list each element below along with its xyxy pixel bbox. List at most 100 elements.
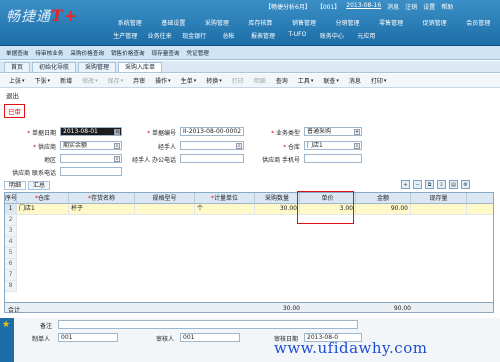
search-icon[interactable]: ⌕ [114, 156, 120, 162]
col-header-item[interactable]: *存货名称 [69, 193, 135, 204]
warehouse-label: * 仓库 [283, 144, 300, 151]
quick-link-purchase-price[interactable]: 采购价格查询 [68, 49, 106, 57]
tab-init-guide[interactable]: 初始化导航 [32, 62, 77, 72]
quick-link-stock-query[interactable]: 现存量查询 [150, 49, 182, 57]
totals-row: 合计 30.00 90.00 [4, 302, 494, 314]
col-header-stock[interactable]: 现存量 [411, 193, 467, 204]
menu-inventory[interactable]: 库存核算 [239, 17, 283, 28]
search-icon[interactable]: ⌕ [236, 143, 242, 149]
menu-business[interactable]: 业务往来 [142, 30, 176, 41]
col-header-warehouse[interactable]: *仓库 [17, 193, 69, 204]
col-header-spec[interactable]: 规格型号 [135, 193, 195, 204]
insert-row-icon[interactable]: + [401, 180, 410, 189]
doc-no-field[interactable]: II-2013-08-00-0002 [180, 127, 244, 136]
search-icon[interactable]: ⌕ [114, 143, 120, 149]
query-button[interactable]: 查询 [271, 76, 293, 85]
operate-button[interactable]: 操作 ▾ [150, 76, 176, 86]
menu-cash-bank[interactable]: 现金银行 [177, 30, 211, 41]
cell-item[interactable]: 杯子 [69, 204, 135, 215]
cell-stock[interactable] [411, 204, 467, 215]
col-header-unit[interactable]: *计量单位 [195, 193, 255, 204]
warehouse-field[interactable]: 门店1 ⌕ [304, 141, 362, 150]
quick-link-pending-audit[interactable]: 待审核业务 [33, 49, 65, 57]
new-button[interactable]: 新增 [55, 76, 77, 85]
quick-links-bar: 单据查询 待审核业务 采购价格查询 销售价格查询 现存量查询 凭证管理 [0, 46, 500, 60]
col-header-no: 序号 [5, 193, 18, 204]
print-button-1[interactable]: 打印 [227, 76, 249, 85]
prev-button[interactable]: 上张 ▾ [4, 76, 30, 86]
delete-row-icon[interactable]: − [413, 180, 422, 189]
edit-button[interactable]: 修改 ▾ [77, 76, 103, 86]
col-header-qty[interactable]: 采购数量 [255, 193, 300, 204]
export-icon[interactable]: ⇩ [437, 180, 446, 189]
tab-home[interactable]: 首页 [4, 62, 31, 72]
menu-promotion[interactable]: 促销管理 [413, 17, 457, 28]
supplier-mobile-field[interactable] [304, 154, 362, 163]
remark-field[interactable] [58, 320, 358, 329]
help-link[interactable]: 帮助 [441, 2, 453, 13]
messages-link[interactable]: 消息 [387, 2, 399, 13]
grid-toolbar: + − ⧉ ⇩ ▤ ⚙ [401, 180, 470, 189]
tab-summary[interactable]: 汇总 [28, 181, 51, 190]
tab-purchase-mgmt[interactable]: 采购管理 [78, 62, 117, 72]
supplier-field[interactable]: 期实余额 ⌕ [60, 141, 122, 150]
row-number: 2 [5, 215, 17, 226]
cell-qty[interactable]: 30.00 [255, 204, 300, 215]
detail-button[interactable]: 明细 [249, 76, 271, 85]
quick-link-doc-query[interactable]: 单据查询 [4, 49, 30, 57]
settings-link[interactable]: 设置 [423, 2, 435, 13]
tab-purchase-receipt[interactable]: 采购入库单 [118, 62, 163, 72]
menu-sales[interactable]: 销售管理 [282, 17, 326, 28]
date-field[interactable]: 2013-08-01 ▦ [60, 127, 122, 136]
convert-button[interactable]: 转换 ▾ [201, 76, 227, 86]
menu-system[interactable]: 系统管理 [108, 17, 152, 28]
handler-phone-field[interactable] [180, 154, 244, 163]
generate-button[interactable]: 生单 ▾ [176, 76, 202, 86]
cell-unit[interactable]: 个 [195, 204, 255, 215]
filter-icon[interactable]: ▤ [449, 180, 458, 189]
cell-amount[interactable]: 90.00 [356, 204, 411, 215]
copy-row-icon[interactable]: ⧉ [425, 180, 434, 189]
exit-link[interactable]: 退出 [6, 90, 19, 100]
biztype-select[interactable]: 普通采购 ▾ [304, 127, 362, 136]
calendar-icon[interactable]: ▦ [114, 129, 120, 135]
menu-member[interactable]: 会员管理 [456, 17, 500, 28]
quick-link-voucher[interactable]: 凭证管理 [185, 49, 211, 57]
totals-label: 合计 [8, 307, 21, 314]
tab-detail[interactable]: 明细 [4, 181, 27, 190]
link-query-button[interactable]: 联查 ▾ [318, 76, 344, 86]
doc-no-label: * 单据编号 [147, 130, 176, 137]
menu-reports[interactable]: 报表管理 [246, 30, 280, 41]
menu-purchase[interactable]: 采购管理 [195, 17, 239, 28]
menu-tufo[interactable]: T-UFO [280, 30, 314, 41]
region-field[interactable]: ⌕ [60, 154, 122, 163]
menu-retail[interactable]: 零售管理 [369, 17, 413, 28]
unaudit-button[interactable]: 弃审 [128, 76, 150, 85]
cell-spec[interactable] [135, 204, 195, 215]
login-date[interactable]: 2013-08-16 [346, 2, 381, 13]
menu-distribution[interactable]: 分销管理 [326, 17, 370, 28]
menu-production[interactable]: 生产管理 [108, 30, 142, 41]
tools-button[interactable]: 工具 ▾ [293, 76, 319, 86]
handler-phone-label: 经手人 办公电话 [132, 157, 176, 164]
star-icon[interactable]: ★ [2, 320, 10, 330]
row-number: 6 [5, 259, 17, 270]
print-button[interactable]: 打印 ▾ [366, 76, 392, 86]
menu-apps[interactable]: 元应用 [349, 30, 383, 41]
save-button[interactable]: 保存 ▾ [103, 76, 129, 86]
chevron-down-icon[interactable]: ▾ [354, 129, 360, 135]
supplier-tel-field[interactable] [60, 167, 122, 176]
cell-warehouse[interactable]: 门店1 [17, 204, 69, 215]
menu-account-center[interactable]: 账务中心 [315, 30, 349, 41]
handler-field[interactable]: ⌕ [180, 141, 244, 150]
search-icon[interactable]: ⌕ [354, 143, 360, 149]
quick-link-sales-price[interactable]: 销售价格查询 [109, 49, 147, 57]
logout-link[interactable]: 注销 [405, 2, 417, 13]
settings-icon[interactable]: ⚙ [461, 180, 470, 189]
maker-label: 制单人 [31, 336, 50, 343]
col-header-amount[interactable]: 金额 [356, 193, 411, 204]
message-button[interactable]: 消息 [344, 76, 366, 85]
next-button[interactable]: 下张 ▾ [30, 76, 56, 86]
menu-ledger[interactable]: 总帐 [211, 30, 245, 41]
menu-basic-settings[interactable]: 基础设置 [152, 17, 196, 28]
